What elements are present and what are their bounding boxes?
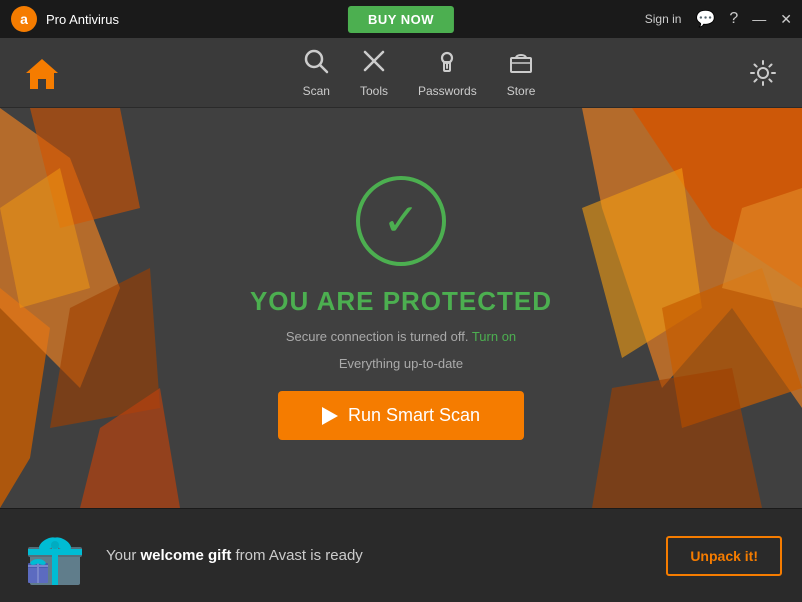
home-button[interactable] <box>20 51 64 95</box>
store-icon <box>508 48 534 80</box>
subtitle1-text: Secure connection is turned off. <box>286 329 469 344</box>
protection-highlight: PROTECTED <box>383 286 552 316</box>
subtitle-line2: Everything up-to-date <box>339 356 463 371</box>
run-smart-scan-button[interactable]: Run Smart Scan <box>278 391 524 440</box>
minimize-button[interactable]: — <box>752 11 766 27</box>
titlebar-controls: Sign in 💬 ? — ✕ <box>645 9 792 29</box>
help-icon[interactable]: ? <box>729 10 738 28</box>
logo-area: a Pro Antivirus <box>10 5 119 33</box>
svg-text:a: a <box>20 11 28 27</box>
buy-now-button[interactable]: BUY NOW <box>348 6 454 33</box>
scan-icon <box>303 48 329 80</box>
nav-items: Scan Tools Passwords <box>94 48 744 98</box>
center-content: ✓ YOU ARE PROTECTED Secure connection is… <box>191 108 611 508</box>
gift-text: Your welcome gift from Avast is ready <box>106 547 650 564</box>
turn-on-link[interactable]: Turn on <box>472 329 516 344</box>
protection-status-circle: ✓ <box>356 176 446 266</box>
decorative-right <box>582 108 802 508</box>
settings-button[interactable] <box>744 54 782 92</box>
avast-logo-icon: a <box>10 5 38 33</box>
close-button[interactable]: ✕ <box>780 11 792 28</box>
passwords-icon <box>434 48 460 80</box>
play-icon <box>322 407 338 425</box>
bottom-bar: Your welcome gift from Avast is ready Un… <box>0 508 802 602</box>
main-content: ✓ YOU ARE PROTECTED Secure connection is… <box>0 108 802 508</box>
chat-icon[interactable]: 💬 <box>695 9 715 29</box>
decorative-left <box>0 108 180 508</box>
protection-title: YOU ARE PROTECTED <box>250 286 552 317</box>
title-bar: a Pro Antivirus BUY NOW Sign in 💬 ? — ✕ <box>0 0 802 38</box>
gift-prefix: Your <box>106 547 140 564</box>
nav-item-store[interactable]: Store <box>507 48 536 98</box>
tools-icon <box>361 48 387 80</box>
gift-icon <box>20 521 90 591</box>
nav-item-passwords[interactable]: Passwords <box>418 48 477 98</box>
nav-item-scan[interactable]: Scan <box>303 48 330 98</box>
scan-label: Scan <box>303 84 330 98</box>
gift-suffix: from Avast is ready <box>231 547 362 564</box>
tools-label: Tools <box>360 84 388 98</box>
run-scan-label: Run Smart Scan <box>348 405 480 426</box>
store-label: Store <box>507 84 536 98</box>
protection-prefix: YOU ARE <box>250 286 383 316</box>
sign-in-button[interactable]: Sign in <box>645 12 682 26</box>
app-name-label: Pro Antivirus <box>46 12 119 27</box>
unpack-button[interactable]: Unpack it! <box>666 536 782 576</box>
subtitle-line1: Secure connection is turned off. Turn on <box>286 329 516 344</box>
check-icon: ✓ <box>383 199 420 243</box>
gift-bold: welcome gift <box>140 547 231 564</box>
navigation-bar: Scan Tools Passwords <box>0 38 802 108</box>
nav-item-tools[interactable]: Tools <box>360 48 388 98</box>
passwords-label: Passwords <box>418 84 477 98</box>
